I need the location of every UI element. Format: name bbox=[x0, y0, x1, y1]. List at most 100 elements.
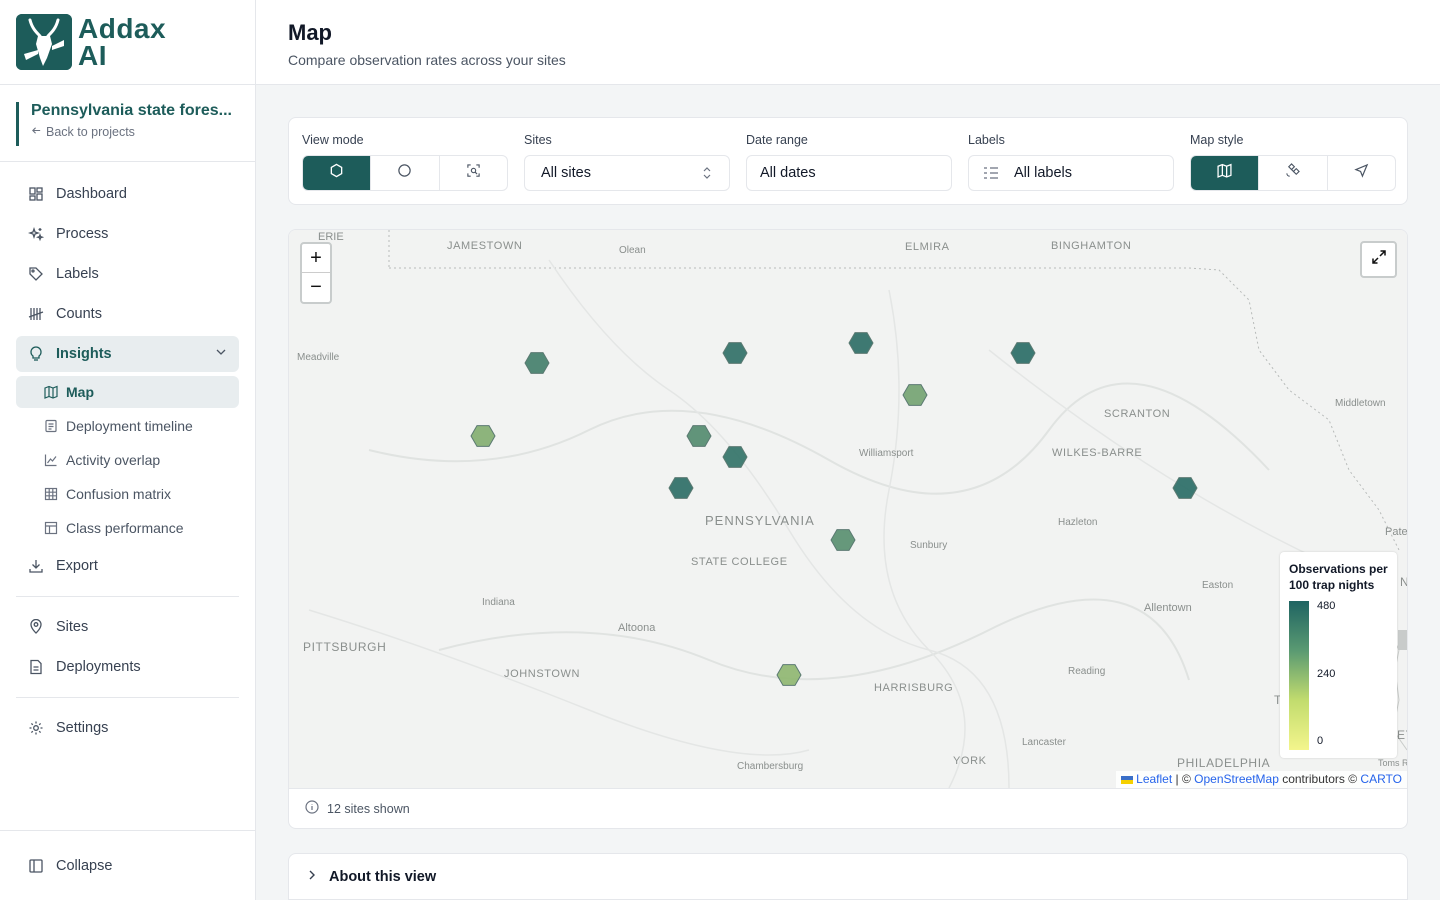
nav-subitem-deployment-timeline[interactable]: Deployment timeline bbox=[16, 410, 239, 442]
page-subtitle: Compare observation rates across your si… bbox=[288, 52, 566, 68]
leaflet-link[interactable]: Leaflet bbox=[1136, 772, 1172, 786]
date-range-select[interactable]: All dates bbox=[746, 155, 952, 191]
labels-filter-group: Labels All labels bbox=[968, 133, 1174, 191]
site-hexagon[interactable] bbox=[830, 529, 856, 551]
info-icon bbox=[305, 800, 319, 817]
site-hexagon[interactable] bbox=[902, 384, 928, 406]
circle-icon bbox=[397, 163, 412, 183]
file-icon bbox=[28, 659, 44, 675]
collapse-button[interactable]: Collapse bbox=[16, 848, 239, 884]
navigation-icon bbox=[1354, 163, 1369, 183]
legend-color-scale bbox=[1289, 601, 1309, 750]
chevron-right-icon bbox=[307, 869, 317, 885]
site-hexagon[interactable] bbox=[1172, 477, 1198, 499]
labels-select[interactable]: All labels bbox=[968, 155, 1174, 191]
site-hexagon[interactable] bbox=[722, 342, 748, 364]
nav-item-sites[interactable]: Sites bbox=[16, 609, 239, 645]
nav-subitem-activity-overlap[interactable]: Activity overlap bbox=[16, 444, 239, 476]
list-filter-icon bbox=[983, 166, 999, 180]
view-mode-circle[interactable] bbox=[371, 156, 440, 190]
gear-icon bbox=[28, 720, 44, 736]
map-style-satellite[interactable] bbox=[1259, 156, 1328, 190]
back-to-projects-link[interactable]: Back to projects bbox=[31, 125, 239, 139]
site-hexagon[interactable] bbox=[776, 664, 802, 686]
legend-tick-max: 480 bbox=[1317, 600, 1336, 612]
osm-link[interactable]: OpenStreetMap bbox=[1194, 772, 1279, 786]
sites-shown-count: 12 sites shown bbox=[327, 801, 410, 816]
nav-item-dashboard[interactable]: Dashboard bbox=[16, 176, 239, 212]
tally-icon bbox=[28, 306, 44, 322]
sites-filter-group: Sites All sites bbox=[524, 133, 730, 191]
collapse-sidebar: Collapse bbox=[0, 830, 255, 900]
view-mode-scan[interactable] bbox=[440, 156, 507, 190]
document-icon bbox=[44, 419, 58, 433]
map-icon bbox=[44, 385, 58, 399]
download-icon bbox=[28, 558, 44, 574]
map-footer: 12 sites shown bbox=[289, 788, 1407, 828]
lightbulb-icon bbox=[28, 346, 44, 362]
legend-tick-min: 0 bbox=[1317, 735, 1324, 747]
nav-divider bbox=[16, 697, 239, 698]
map-style-map[interactable] bbox=[1191, 156, 1260, 190]
carto-link[interactable]: CARTO bbox=[1360, 772, 1402, 786]
filter-bar: View mode Sites All sites Date range All… bbox=[288, 117, 1408, 205]
zoom-out-button[interactable]: − bbox=[302, 273, 330, 302]
map-style-navigation[interactable] bbox=[1328, 156, 1395, 190]
main-nav: Dashboard Process Labels Counts Insights… bbox=[0, 162, 255, 746]
view-mode-group: View mode bbox=[302, 133, 508, 191]
zoom-control: + − bbox=[300, 242, 332, 304]
sites-select[interactable]: All sites bbox=[524, 155, 730, 191]
nav-subitem-confusion-matrix[interactable]: Confusion matrix bbox=[16, 478, 239, 510]
nav-item-process[interactable]: Process bbox=[16, 216, 239, 252]
nav-item-insights[interactable]: Insights bbox=[16, 336, 239, 372]
nav-item-labels[interactable]: Labels bbox=[16, 256, 239, 292]
sparkles-icon bbox=[28, 226, 44, 242]
site-hexagon[interactable] bbox=[668, 477, 694, 499]
map-attribution: Leaflet | © OpenStreetMap contributors ©… bbox=[1115, 771, 1407, 788]
map-style-toggle bbox=[1190, 155, 1396, 191]
nav-subitem-map[interactable]: Map bbox=[16, 376, 239, 408]
panel-left-icon bbox=[28, 858, 44, 874]
page-header: Map Compare observation rates across you… bbox=[256, 0, 1440, 85]
site-hexagon[interactable] bbox=[524, 352, 550, 374]
fullscreen-button[interactable] bbox=[1360, 241, 1397, 278]
nav-item-counts[interactable]: Counts bbox=[16, 296, 239, 332]
nav-item-settings[interactable]: Settings bbox=[16, 710, 239, 746]
map-icon bbox=[1217, 163, 1232, 183]
nav-item-deployments[interactable]: Deployments bbox=[16, 649, 239, 685]
line-chart-icon bbox=[44, 453, 58, 467]
view-mode-hexagon[interactable] bbox=[303, 156, 372, 190]
view-mode-toggle bbox=[302, 155, 508, 191]
legend-tick-mid: 240 bbox=[1317, 668, 1336, 680]
site-hexagon[interactable] bbox=[686, 425, 712, 447]
zoom-in-button[interactable]: + bbox=[302, 244, 330, 273]
table-icon bbox=[44, 521, 58, 535]
arrow-left-icon bbox=[31, 125, 42, 139]
expand-icon bbox=[1371, 249, 1387, 270]
dashboard-icon bbox=[28, 186, 44, 202]
ukraine-flag-icon bbox=[1120, 775, 1133, 784]
brand-name: Addax AI bbox=[78, 13, 167, 71]
chevron-up-down-icon bbox=[701, 166, 713, 184]
about-this-view-toggle[interactable]: About this view bbox=[288, 853, 1408, 900]
project-name: Pennsylvania state fores... bbox=[31, 102, 232, 119]
date-range-group: Date range All dates bbox=[746, 133, 952, 191]
brand-logo[interactable]: Addax AI bbox=[0, 0, 255, 85]
site-hexagon[interactable] bbox=[848, 332, 874, 354]
nav-subitem-class-performance[interactable]: Class performance bbox=[16, 512, 239, 544]
nav-item-export[interactable]: Export bbox=[16, 548, 239, 584]
nav-divider bbox=[16, 596, 239, 597]
project-switcher: Pennsylvania state fores... Back to proj… bbox=[0, 85, 255, 162]
site-hexagon[interactable] bbox=[470, 425, 496, 447]
tag-icon bbox=[28, 266, 44, 282]
grid-icon bbox=[44, 487, 58, 501]
scan-icon bbox=[466, 163, 481, 183]
site-hexagon[interactable] bbox=[1010, 342, 1036, 364]
site-hexagon-layer bbox=[470, 332, 1198, 686]
sidebar: Addax AI Pennsylvania state fores... Bac… bbox=[0, 0, 256, 900]
hexagon-icon bbox=[329, 163, 344, 183]
map-pin-icon bbox=[28, 619, 44, 635]
site-hexagon[interactable] bbox=[722, 446, 748, 468]
map-legend: Observations per 100 trap nights 480 240… bbox=[1280, 552, 1397, 758]
map-canvas[interactable]: ERIE JAMESTOWN Olean ELMIRA BINGHAMTON M… bbox=[289, 230, 1407, 788]
